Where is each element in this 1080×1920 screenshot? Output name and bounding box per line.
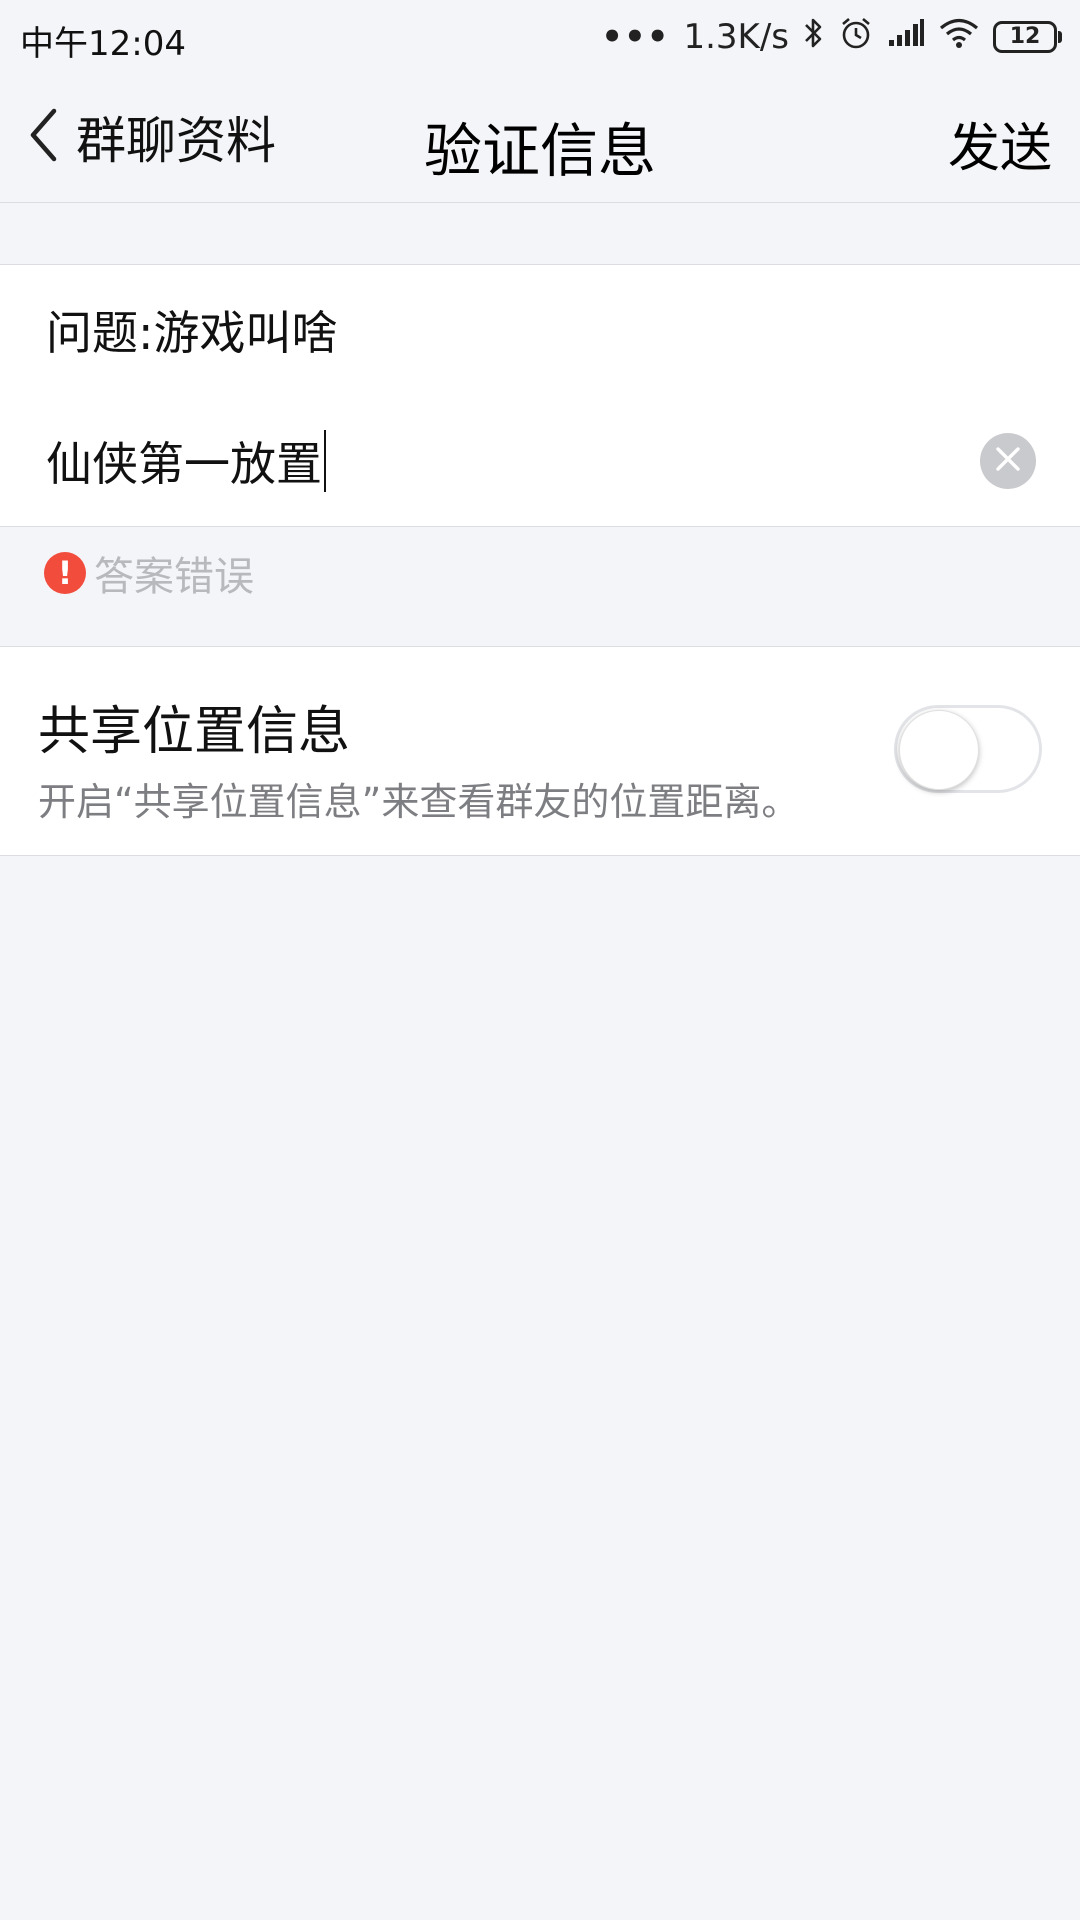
clear-button[interactable] — [980, 433, 1036, 489]
back-button[interactable]: 群聊资料 — [28, 100, 276, 174]
error-message: ! 答案错误 — [44, 548, 254, 600]
answer-field[interactable]: 仙侠第一放置 — [0, 395, 1080, 527]
error-text: 答案错误 — [94, 554, 254, 600]
signal-icon — [887, 17, 925, 57]
status-bar: 中午12:04 ••• 1.3K/s 12 — [0, 0, 1080, 74]
alert-icon: ! — [44, 552, 86, 594]
share-location-description: 开启“共享位置信息”来查看群友的位置距离。 — [38, 780, 800, 824]
close-icon — [994, 445, 1022, 477]
question-row: 问题:游戏叫啥 — [0, 264, 1080, 396]
share-location-title: 共享位置信息 — [38, 702, 351, 762]
answer-value[interactable]: 仙侠第一放置 — [46, 428, 322, 494]
battery-level: 12 — [993, 21, 1057, 53]
chevron-left-icon — [28, 107, 58, 167]
network-speed: 1.3K/s — [683, 17, 789, 57]
status-time: 中午12:04 — [20, 24, 186, 64]
wifi-icon — [939, 17, 979, 58]
share-location-toggle[interactable] — [894, 705, 1042, 793]
send-button[interactable]: 发送 — [948, 106, 1052, 181]
bluetooth-icon — [803, 16, 825, 59]
share-location-row: 共享位置信息 开启“共享位置信息”来查看群友的位置距离。 — [0, 646, 1080, 856]
nav-bar: 群聊资料 验证信息 发送 — [0, 74, 1080, 203]
question-label: 问题:游戏叫啥 — [46, 306, 338, 360]
answer-input[interactable]: 仙侠第一放置 — [46, 426, 326, 496]
notification-dots: ••• — [601, 17, 670, 57]
battery-icon: 12 — [993, 21, 1062, 53]
toggle-knob — [899, 710, 979, 790]
alarm-icon — [839, 16, 873, 59]
text-cursor — [324, 429, 326, 492]
status-icons: ••• 1.3K/s 12 — [601, 14, 1062, 60]
back-label: 群聊资料 — [76, 112, 276, 170]
